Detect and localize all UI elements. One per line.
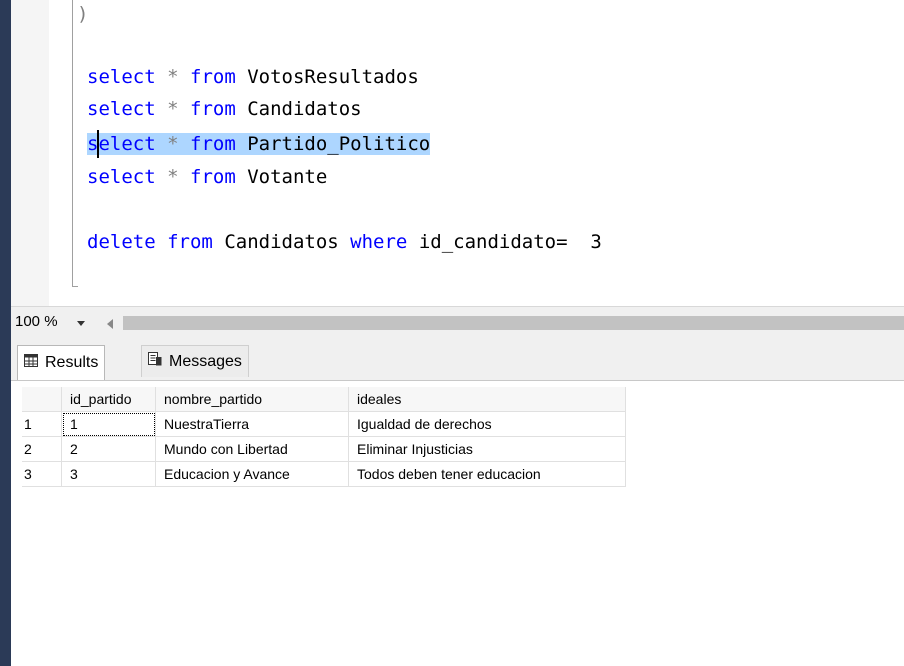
- tab-messages-label: Messages: [169, 352, 242, 370]
- grid-cell[interactable]: Mundo con Libertad: [155, 436, 349, 462]
- code-line-delete[interactable]: delete from Candidatos where id_candidat…: [87, 226, 602, 258]
- results-grid[interactable]: id_partido nombre_partido ideales 1 1 Nu…: [22, 387, 626, 487]
- zoom-bar: 100 %: [11, 306, 904, 339]
- table-name: Votante: [247, 166, 328, 188]
- keyword: from: [190, 133, 236, 155]
- row-number[interactable]: 2: [22, 436, 62, 462]
- grid-cell[interactable]: 3: [61, 461, 156, 487]
- table-name: Candidatos: [224, 231, 339, 253]
- tab-results-label: Results: [45, 354, 99, 371]
- table-name: VotosResultados: [247, 66, 419, 88]
- code-fold-end: [72, 286, 78, 287]
- zoom-level[interactable]: 100 %: [15, 313, 58, 330]
- operator: *: [167, 133, 179, 155]
- table-row: 2 2 Mundo con Libertad Eliminar Injustic…: [22, 436, 626, 462]
- table-row: 3 3 Educacion y Avance Todos deben tener…: [22, 461, 626, 487]
- column-header[interactable]: id_partido: [61, 387, 156, 412]
- row-header-corner[interactable]: [22, 387, 62, 412]
- grid-cell[interactable]: Eliminar Injusticias: [348, 436, 626, 462]
- literal-value: 3: [590, 231, 602, 253]
- code-line-1[interactable]: select * from VotosResultados: [87, 61, 419, 93]
- grid-icon: [24, 354, 38, 372]
- grid-cell[interactable]: 2: [61, 436, 156, 462]
- results-tabstrip: Results Messages: [11, 339, 904, 381]
- keyword: from: [190, 166, 236, 188]
- tab-messages[interactable]: Messages: [141, 345, 249, 377]
- operator: *: [167, 66, 179, 88]
- fold-end-char: ): [77, 3, 89, 25]
- grid-header-row: id_partido nombre_partido ideales: [22, 387, 626, 412]
- grid-cell[interactable]: Educacion y Avance: [155, 461, 349, 487]
- keyword: from: [190, 66, 236, 88]
- scroll-left-arrow-icon[interactable]: [105, 316, 115, 332]
- editor-gutter: [11, 0, 49, 306]
- sql-editor[interactable]: ) select * from VotosResultados select *…: [11, 0, 904, 306]
- keyword: from: [190, 98, 236, 120]
- keyword: delete: [87, 231, 156, 253]
- keyword: select: [87, 66, 156, 88]
- grid-cell[interactable]: Todos deben tener educacion: [348, 461, 626, 487]
- column-name: id_candidato=: [418, 231, 568, 253]
- keyword: where: [350, 231, 408, 253]
- code-fold-line: [72, 0, 73, 286]
- table-row: 1 1 NuestraTierra Igualdad de derechos: [22, 411, 626, 437]
- code-line-2[interactable]: select * from Candidatos: [87, 93, 362, 125]
- table-name: Partido_Politico: [247, 133, 431, 155]
- column-header[interactable]: ideales: [348, 387, 626, 412]
- code-line-4[interactable]: select * from Votante: [87, 161, 327, 193]
- text-caret: [97, 130, 99, 158]
- row-number[interactable]: 3: [22, 461, 62, 487]
- row-number[interactable]: 1: [22, 411, 62, 437]
- keyword: select: [87, 166, 156, 188]
- column-header[interactable]: nombre_partido: [155, 387, 349, 412]
- horizontal-scrollbar[interactable]: [123, 316, 904, 330]
- chevron-down-icon[interactable]: [73, 316, 89, 332]
- messages-icon: [148, 352, 162, 371]
- text-selection: select * from Partido_Politico: [87, 133, 431, 155]
- window-border: [0, 0, 11, 666]
- grid-cell[interactable]: 1: [61, 411, 156, 437]
- operator: *: [167, 98, 179, 120]
- table-name: Candidatos: [247, 98, 362, 120]
- keyword: select: [87, 98, 156, 120]
- grid-cell[interactable]: Igualdad de derechos: [348, 411, 626, 437]
- grid-cell[interactable]: NuestraTierra: [155, 411, 349, 437]
- tab-results[interactable]: Results: [17, 345, 106, 380]
- operator: *: [167, 166, 179, 188]
- code-line-3-selected[interactable]: select * from Partido_Politico: [87, 128, 431, 160]
- results-pane: Results Messages id_partido nombre_parti…: [11, 339, 904, 666]
- keyword: from: [167, 231, 213, 253]
